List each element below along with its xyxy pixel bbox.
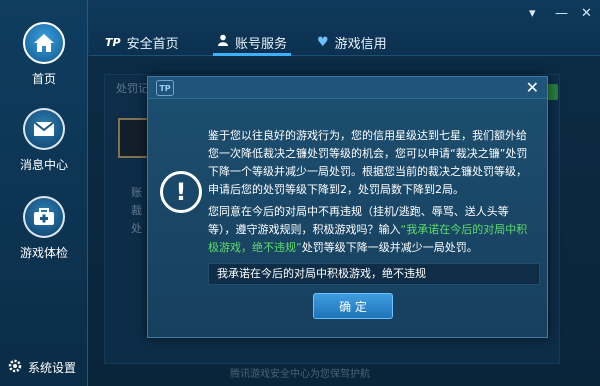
tab-account-service[interactable]: 账号服务: [213, 28, 292, 56]
window-close-button[interactable]: ✕: [581, 6, 592, 21]
message-text: 处罚等级下降一级并减少一局处罚。: [301, 241, 478, 254]
dialog-close-button[interactable]: ✕: [526, 78, 539, 97]
tab-label: 游戏信用: [334, 36, 387, 52]
tab-label: 账号服务: [235, 36, 288, 52]
dialog-header: TP ✕: [148, 77, 547, 99]
top-nav: TP 安全首页 账号服务 ♥ 游戏信用 ▾ — ✕: [89, 0, 600, 56]
message-paragraph: 鉴于您以往良好的游戏行为，您的信用星级达到七星，我们额外给您一次降低裁决之镰处罚…: [208, 129, 528, 196]
medical-kit-icon: [23, 196, 65, 238]
alert-icon: !: [160, 171, 202, 213]
app-window: 首页 消息中心 游戏体检 系统设置 TP 安全首页 账号服务 ♥ 游戏信用 ▾ …: [0, 0, 600, 386]
confirm-button[interactable]: 确 定: [313, 293, 393, 319]
home-icon: [23, 22, 65, 64]
tp-logo-icon: TP: [105, 35, 121, 49]
dialog-message: 鉴于您以往良好的游戏行为，您的信用星级达到七星，我们额外给您一次降低裁决之镰处罚…: [208, 127, 532, 261]
minimize-button[interactable]: —: [555, 6, 568, 21]
heart-icon: ♥: [317, 34, 329, 50]
sidebar-item-label: 首页: [31, 72, 56, 86]
user-icon: [217, 34, 229, 50]
sidebar-item-label: 消息中心: [19, 158, 68, 172]
sidebar-item-messages[interactable]: 消息中心: [0, 108, 88, 173]
sidebar-item-game-check[interactable]: 游戏体检: [0, 196, 88, 261]
sidebar: 首页 消息中心 游戏体检 系统设置: [0, 0, 88, 386]
tab-game-credit[interactable]: ♥ 游戏信用: [317, 28, 387, 56]
sidebar-item-label: 游戏体检: [19, 246, 68, 260]
tp-logo-icon: TP: [156, 80, 174, 96]
dropdown-icon[interactable]: ▾: [529, 6, 536, 21]
mail-icon: [23, 108, 65, 150]
pledge-input[interactable]: 我承诺在今后的对局中积极游戏，绝不违规: [208, 263, 540, 285]
tab-label: 安全首页: [126, 36, 179, 52]
sidebar-item-home[interactable]: 首页: [0, 22, 88, 87]
message-paragraph: 您同意在今后的对局中不再违规（挂机/逃跑、辱骂、送人头等等），遵守游戏规则，积极…: [208, 203, 532, 257]
tab-security-home[interactable]: TP 安全首页: [105, 28, 179, 56]
credit-dialog: TP ✕ ! 鉴于您以往良好的游戏行为，您的信用星级达到七星，我们额外给您一次降…: [147, 76, 548, 338]
